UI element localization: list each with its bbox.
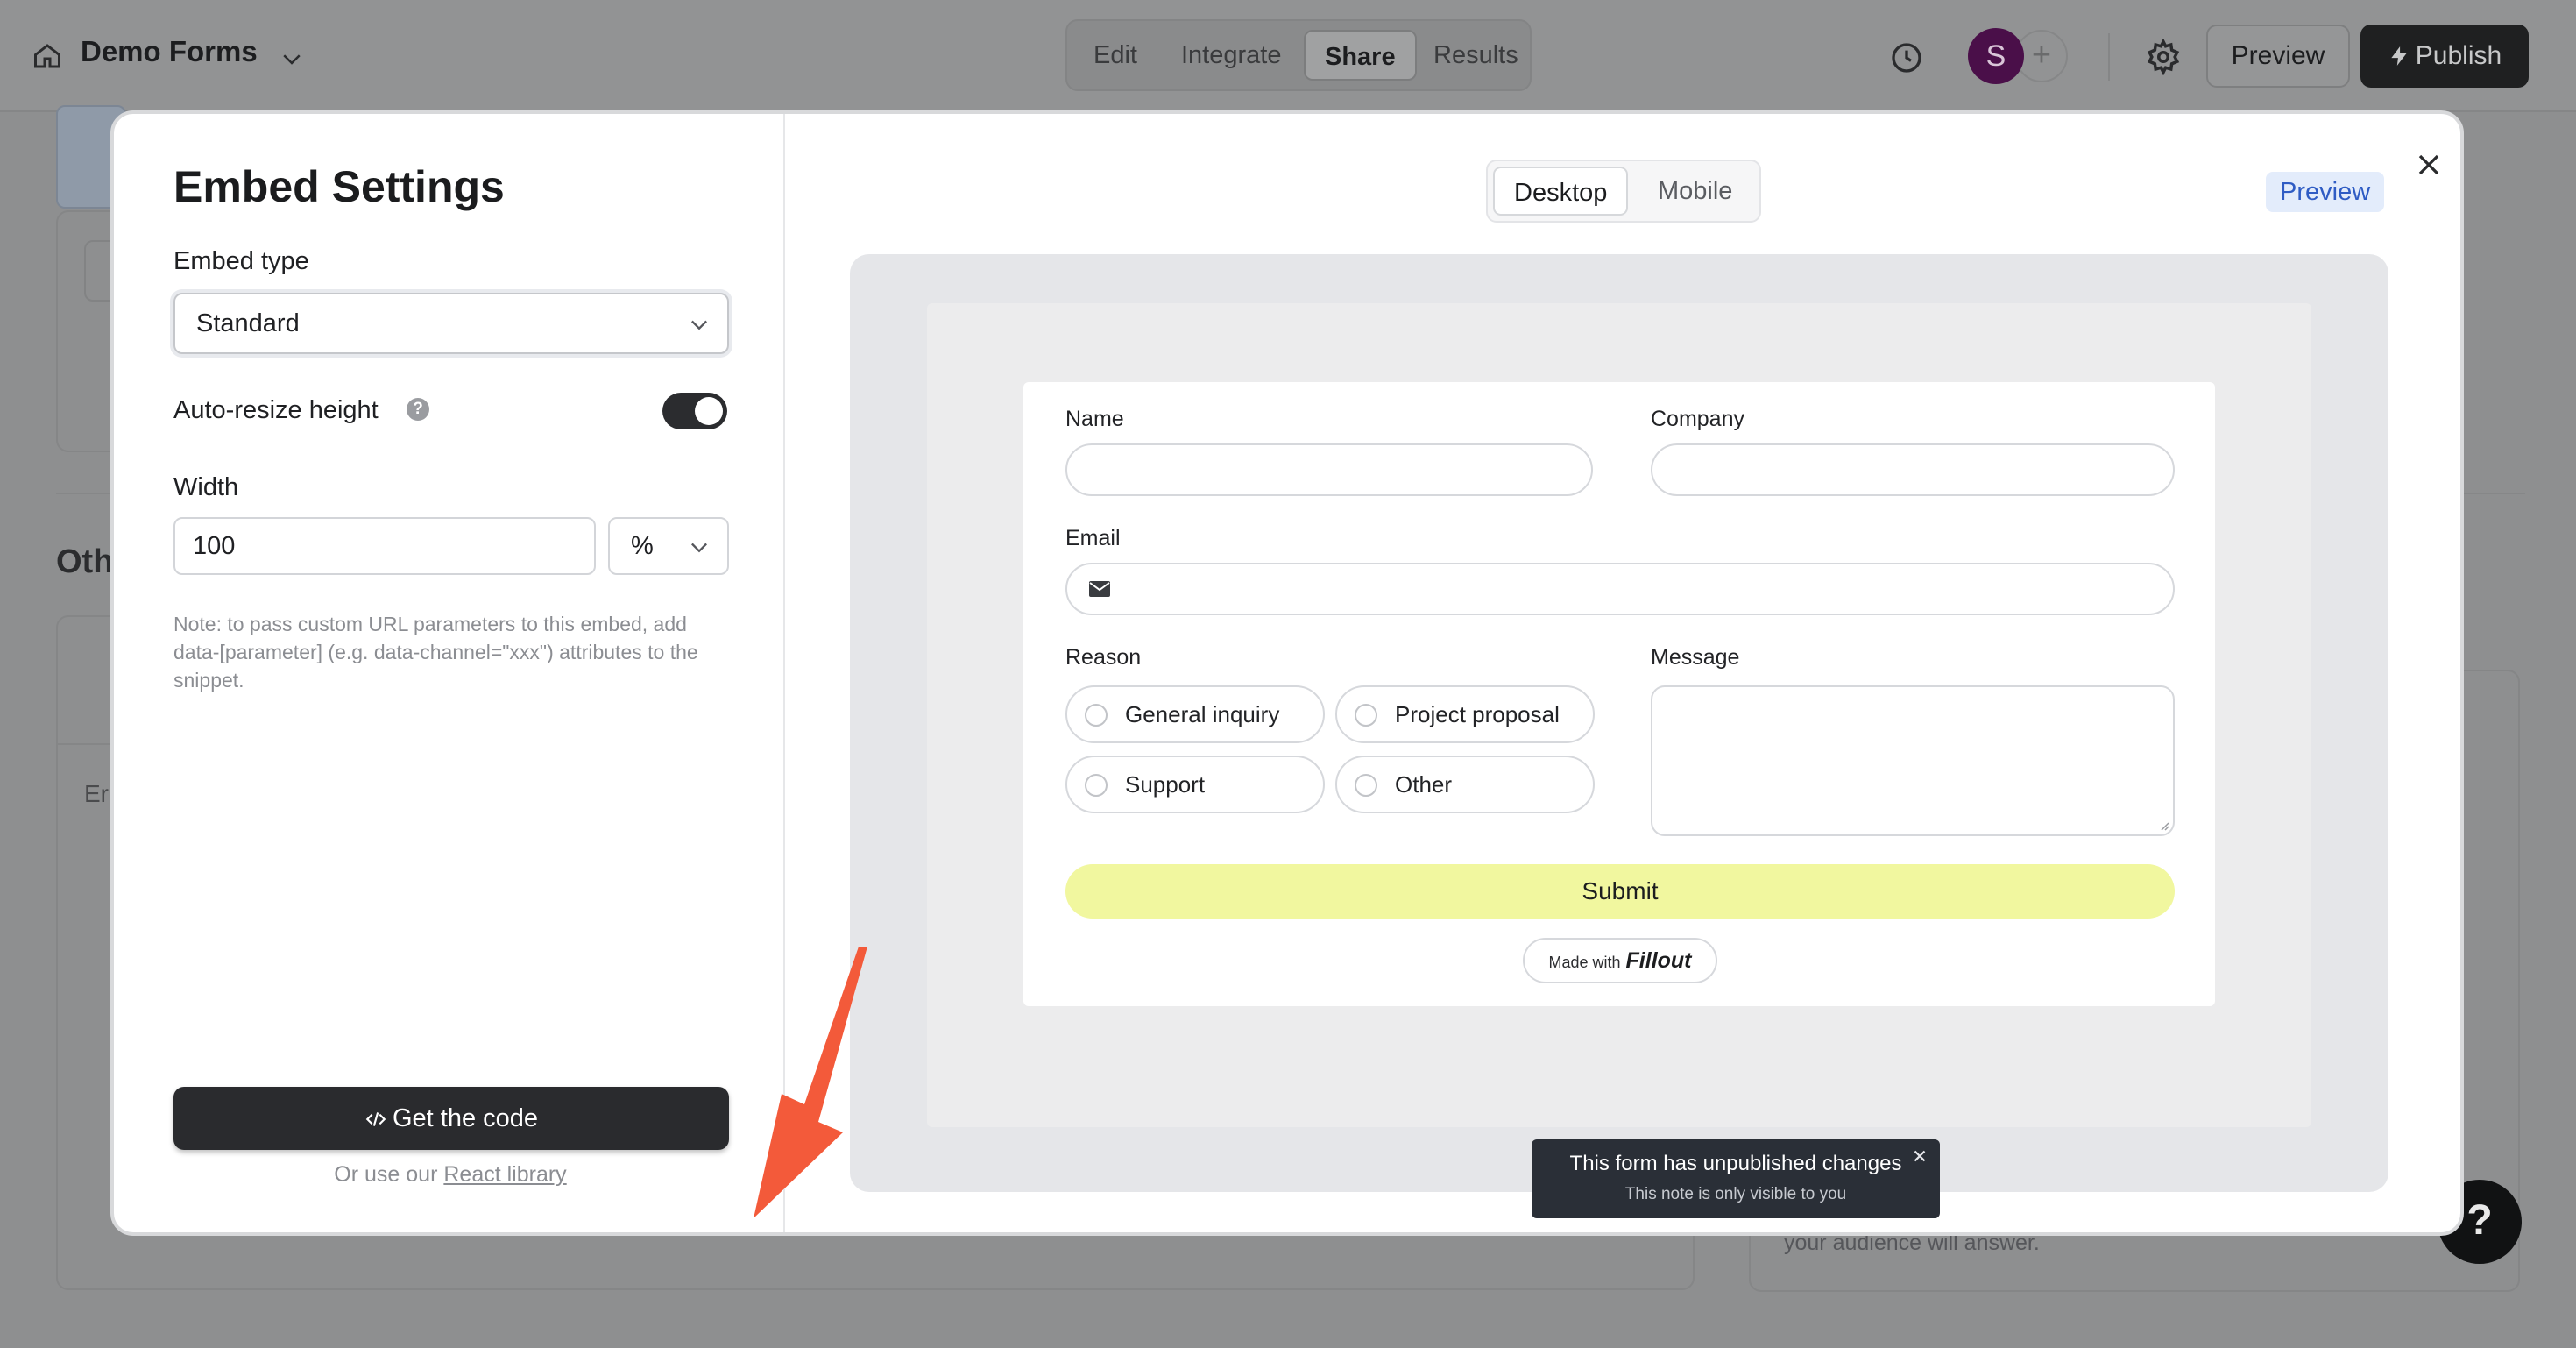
close-icon[interactable]	[1910, 1146, 1929, 1166]
history-icon[interactable]	[1889, 40, 1924, 75]
tab-results[interactable]: Results	[1414, 30, 1538, 81]
radio-icon	[1085, 704, 1108, 727]
reason-option[interactable]: General inquiry	[1065, 685, 1325, 743]
form-preview-area: Name Company Email Reason General inquir…	[850, 254, 2388, 1192]
company-label: Company	[1651, 407, 1744, 431]
embed-type-value: Standard	[196, 309, 300, 337]
mail-icon	[1089, 581, 1110, 597]
help-icon[interactable]: ?	[407, 398, 429, 421]
width-unit-select[interactable]: %	[608, 517, 729, 575]
made-with-badge[interactable]: Made with Fillout	[1523, 938, 1717, 983]
main-tabs: Edit Integrate Share Results	[1065, 19, 1532, 91]
tab-desktop[interactable]: Desktop	[1493, 167, 1629, 216]
toggle-knob	[695, 397, 723, 425]
resize-handle-icon[interactable]	[2157, 819, 2169, 831]
reason-label: Reason	[1065, 645, 1142, 670]
tab-integrate[interactable]: Integrate	[1162, 30, 1300, 81]
auto-resize-label: Auto-resize height	[173, 396, 379, 424]
divider	[2108, 33, 2110, 81]
preview-link[interactable]: Preview	[2266, 172, 2385, 212]
app-title[interactable]: Demo Forms	[81, 35, 258, 68]
chevron-down-icon	[691, 543, 707, 553]
react-prefix: Or use our	[334, 1162, 438, 1187]
reason-option[interactable]: Support	[1065, 756, 1325, 813]
reason-option-label: Project proposal	[1395, 701, 1560, 727]
react-library-line: Or use our React library	[114, 1162, 787, 1188]
publish-label: Publish	[2415, 41, 2502, 70]
get-code-button[interactable]: Get the code	[173, 1087, 729, 1150]
radio-icon	[1355, 774, 1377, 797]
email-input[interactable]	[1065, 563, 2175, 615]
message-textarea[interactable]	[1651, 685, 2175, 836]
tab-edit[interactable]: Edit	[1074, 30, 1157, 81]
annotation-arrow	[754, 947, 867, 1218]
code-icon	[365, 1112, 386, 1126]
modal-title: Embed Settings	[173, 162, 505, 211]
section-heading: Oth	[56, 543, 114, 580]
reason-option-label: Other	[1395, 771, 1453, 798]
reason-option[interactable]: Project proposal	[1335, 685, 1595, 743]
react-library-link[interactable]: React library	[443, 1162, 566, 1187]
company-input[interactable]	[1651, 443, 2175, 496]
width-input[interactable]: 100	[173, 517, 596, 575]
embed-note: Note: to pass custom URL parameters to t…	[173, 613, 698, 692]
top-bar: Demo Forms Edit Integrate Share Results …	[0, 0, 2576, 112]
tab-mobile[interactable]: Mobile	[1638, 167, 1752, 216]
message-label: Message	[1651, 645, 1740, 670]
chevron-down-icon[interactable]	[279, 46, 305, 72]
embed-type-label: Embed type	[173, 247, 309, 275]
toast-title: This form has unpublished changes	[1569, 1152, 1902, 1175]
name-input[interactable]	[1065, 443, 1593, 496]
lightning-icon	[2391, 46, 2407, 66]
background-text: Er	[84, 780, 109, 807]
home-icon[interactable]	[32, 40, 63, 72]
preview-button[interactable]: Preview	[2206, 25, 2350, 88]
publish-button[interactable]: Publish	[2360, 25, 2529, 88]
tab-share[interactable]: Share	[1304, 30, 1417, 81]
toast-subtitle: This note is only visible to you	[1624, 1185, 1847, 1203]
name-label: Name	[1065, 407, 1124, 431]
email-label: Email	[1065, 526, 1121, 550]
gear-icon[interactable]	[2145, 39, 2182, 75]
embed-settings-modal: Embed Settings Embed type Standard Auto-…	[110, 110, 2464, 1236]
reason-option-label: Support	[1125, 771, 1206, 798]
settings-panel: Embed Settings Embed type Standard Auto-…	[114, 114, 785, 1232]
device-toggle: Desktop Mobile	[1486, 160, 1761, 223]
reason-option-label: General inquiry	[1125, 701, 1280, 727]
submit-button[interactable]: Submit	[1065, 864, 2175, 919]
auto-resize-toggle[interactable]	[662, 393, 727, 429]
embed-type-select[interactable]: Standard	[173, 293, 729, 354]
close-icon[interactable]	[2411, 147, 2446, 182]
avatar[interactable]: S	[1968, 28, 2024, 84]
made-with-text: Made with	[1548, 954, 1621, 971]
width-label: Width	[173, 473, 239, 501]
reason-option[interactable]: Other	[1335, 756, 1595, 813]
brand-logo: Fillout	[1625, 948, 1692, 973]
radio-icon	[1085, 774, 1108, 797]
preview-frame: Name Company Email Reason General inquir…	[927, 303, 2311, 1127]
unpublished-toast: This form has unpublished changes This n…	[1532, 1139, 1940, 1218]
get-code-label: Get the code	[392, 1104, 539, 1132]
width-unit-value: %	[631, 532, 654, 560]
form-card: Name Company Email Reason General inquir…	[1023, 382, 2215, 1006]
radio-icon	[1355, 704, 1377, 727]
chevron-down-icon	[691, 320, 707, 330]
